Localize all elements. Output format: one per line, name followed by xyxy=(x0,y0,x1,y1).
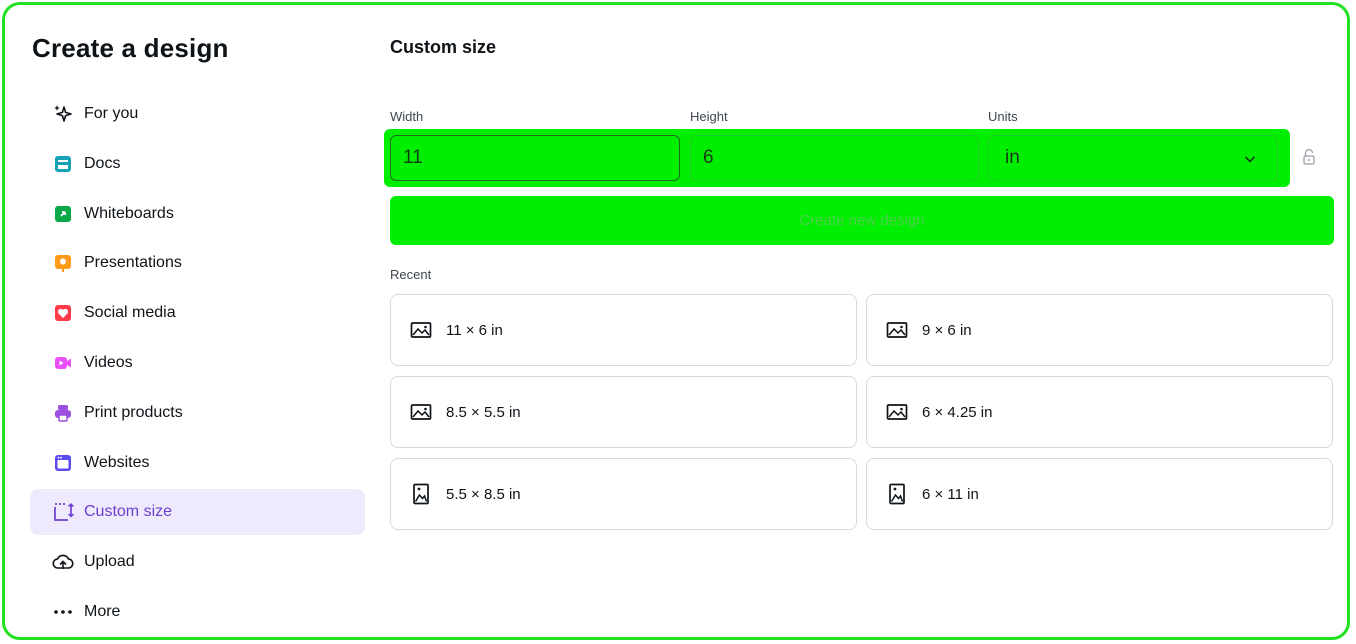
upload-cloud-icon xyxy=(52,551,74,573)
sidebar-item-presentations[interactable]: Presentations xyxy=(30,240,365,286)
sidebar-nav: For you Docs Whiteboards Presentations S… xyxy=(30,91,365,637)
lock-aspect-ratio-icon[interactable] xyxy=(1302,148,1316,171)
sidebar-item-websites[interactable]: Websites xyxy=(30,440,365,486)
recent-size-label: 6 × 11 in xyxy=(922,485,979,503)
chevron-down-icon xyxy=(1243,150,1257,172)
sidebar-item-social-media[interactable]: Social media xyxy=(30,290,365,336)
recent-size-label: 6 × 4.25 in xyxy=(922,403,993,421)
custom-size-panel: Custom size Width Height Units 11 6 in C… xyxy=(384,5,1347,637)
recent-size-card[interactable]: 9 × 6 in xyxy=(866,294,1333,366)
sidebar-item-label: Whiteboards xyxy=(84,204,174,222)
sidebar-item-print-products[interactable]: Print products xyxy=(30,390,365,436)
width-label: Width xyxy=(390,109,424,124)
recent-label: Recent xyxy=(390,267,432,282)
sidebar-item-label: Presentations xyxy=(84,254,182,272)
recent-size-card[interactable]: 6 × 4.25 in xyxy=(866,376,1333,448)
width-input[interactable]: 11 xyxy=(390,135,680,181)
sidebar-item-label: Social media xyxy=(84,304,176,322)
landscape-image-icon xyxy=(410,319,432,341)
height-label: Height xyxy=(690,109,728,124)
printer-icon xyxy=(52,402,74,424)
portrait-image-icon xyxy=(410,483,432,505)
recent-size-label: 8.5 × 5.5 in xyxy=(446,403,521,421)
sparkle-icon xyxy=(52,103,74,125)
docs-icon xyxy=(52,153,74,175)
height-input[interactable]: 6 xyxy=(690,135,979,181)
recent-size-label: 9 × 6 in xyxy=(922,321,972,339)
website-icon xyxy=(52,452,74,474)
sidebar-item-custom-size[interactable]: Custom size xyxy=(30,489,365,536)
landscape-image-icon xyxy=(886,319,908,341)
sidebar-item-for-you[interactable]: For you xyxy=(30,91,365,137)
sidebar-item-label: Videos xyxy=(84,353,133,371)
recent-size-card[interactable]: 8.5 × 5.5 in xyxy=(390,376,857,448)
portrait-image-icon xyxy=(886,483,908,505)
heart-icon xyxy=(52,302,74,324)
units-select[interactable]: in xyxy=(988,135,1278,181)
presentation-icon xyxy=(52,252,74,274)
sidebar-item-label: More xyxy=(84,602,121,620)
sidebar-item-label: Upload xyxy=(84,553,135,571)
panel-title: Create a design xyxy=(32,33,229,63)
create-design-panel: Create a design For you Docs Whiteboards… xyxy=(2,2,1350,640)
sidebar: Create a design For you Docs Whiteboards… xyxy=(5,5,377,637)
sidebar-item-videos[interactable]: Videos xyxy=(30,340,365,386)
whiteboard-icon xyxy=(52,203,74,225)
sidebar-item-docs[interactable]: Docs xyxy=(30,141,365,187)
landscape-image-icon xyxy=(410,401,432,423)
sidebar-item-label: Docs xyxy=(84,154,121,172)
units-label: Units xyxy=(988,109,1018,124)
more-dots-icon xyxy=(52,601,74,623)
recent-size-card[interactable]: 5.5 × 8.5 in xyxy=(390,458,857,530)
sidebar-item-label: For you xyxy=(84,105,139,122)
sidebar-item-label: Custom size xyxy=(84,503,173,521)
sidebar-item-whiteboards[interactable]: Whiteboards xyxy=(30,191,365,237)
recent-size-label: 11 × 6 in xyxy=(446,321,503,339)
custom-size-icon xyxy=(52,501,74,523)
recent-size-card[interactable]: 11 × 6 in xyxy=(390,294,857,366)
sidebar-item-upload[interactable]: Upload xyxy=(30,539,365,585)
units-selected-value: in xyxy=(1005,147,1020,168)
sidebar-item-label: Print products xyxy=(84,403,183,421)
recent-size-label: 5.5 × 8.5 in xyxy=(446,485,521,503)
recent-size-card[interactable]: 6 × 11 in xyxy=(866,458,1333,530)
landscape-image-icon xyxy=(886,401,908,423)
sidebar-item-more[interactable]: More xyxy=(30,589,365,635)
video-icon xyxy=(52,352,74,374)
sidebar-item-label: Websites xyxy=(84,453,150,471)
create-new-design-button[interactable]: Create new design xyxy=(390,196,1334,245)
section-title: Custom size xyxy=(390,37,497,57)
